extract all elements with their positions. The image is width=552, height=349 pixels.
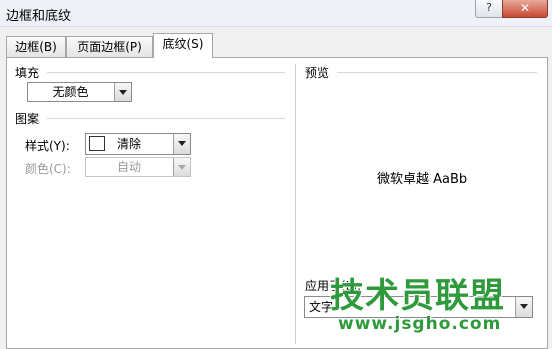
preview-section-label: 预览 (305, 66, 330, 80)
pattern-color-value: 自动 (116, 160, 141, 174)
pattern-color-dropdown[interactable]: 自动 (85, 157, 191, 177)
pattern-color-label: 颜色(C): (25, 162, 71, 176)
style-label: 样式(Y): (25, 139, 70, 153)
title-bar: 边框和底纹 ? ✕ (0, 0, 552, 27)
window-title: 边框和底纹 (6, 9, 72, 24)
chevron-down-icon[interactable] (173, 134, 190, 154)
fill-color-dropdown[interactable]: 无颜色 (27, 82, 132, 102)
help-button[interactable]: ? (475, 0, 503, 18)
close-button[interactable]: ✕ (502, 0, 548, 18)
chevron-down-icon[interactable] (114, 83, 131, 101)
pattern-section-label: 图案 (15, 112, 40, 126)
column-divider (295, 64, 296, 344)
watermark-main-text: 技术员联盟 (330, 276, 505, 316)
tab-borders[interactable]: 边框(B) (6, 36, 66, 57)
pattern-divider (47, 118, 285, 119)
tab-page-border[interactable]: 页面边框(P) (66, 36, 153, 57)
tab-shading[interactable]: 底纹(S) (153, 33, 213, 58)
chevron-down-icon[interactable] (173, 158, 190, 176)
watermark: 技术员联盟 www.jsgho.com (330, 268, 545, 338)
fill-color-value: 无颜色 (52, 85, 89, 99)
watermark-url-text: www.jsgho.com (338, 314, 502, 334)
pattern-style-dropdown[interactable]: 清除 (85, 133, 191, 155)
fill-divider (47, 72, 285, 73)
preview-sample-text: 微软卓越 AaBb (377, 172, 468, 187)
preview-divider (337, 72, 537, 73)
style-value: 清除 (116, 137, 141, 151)
fill-section-label: 填充 (15, 66, 40, 80)
